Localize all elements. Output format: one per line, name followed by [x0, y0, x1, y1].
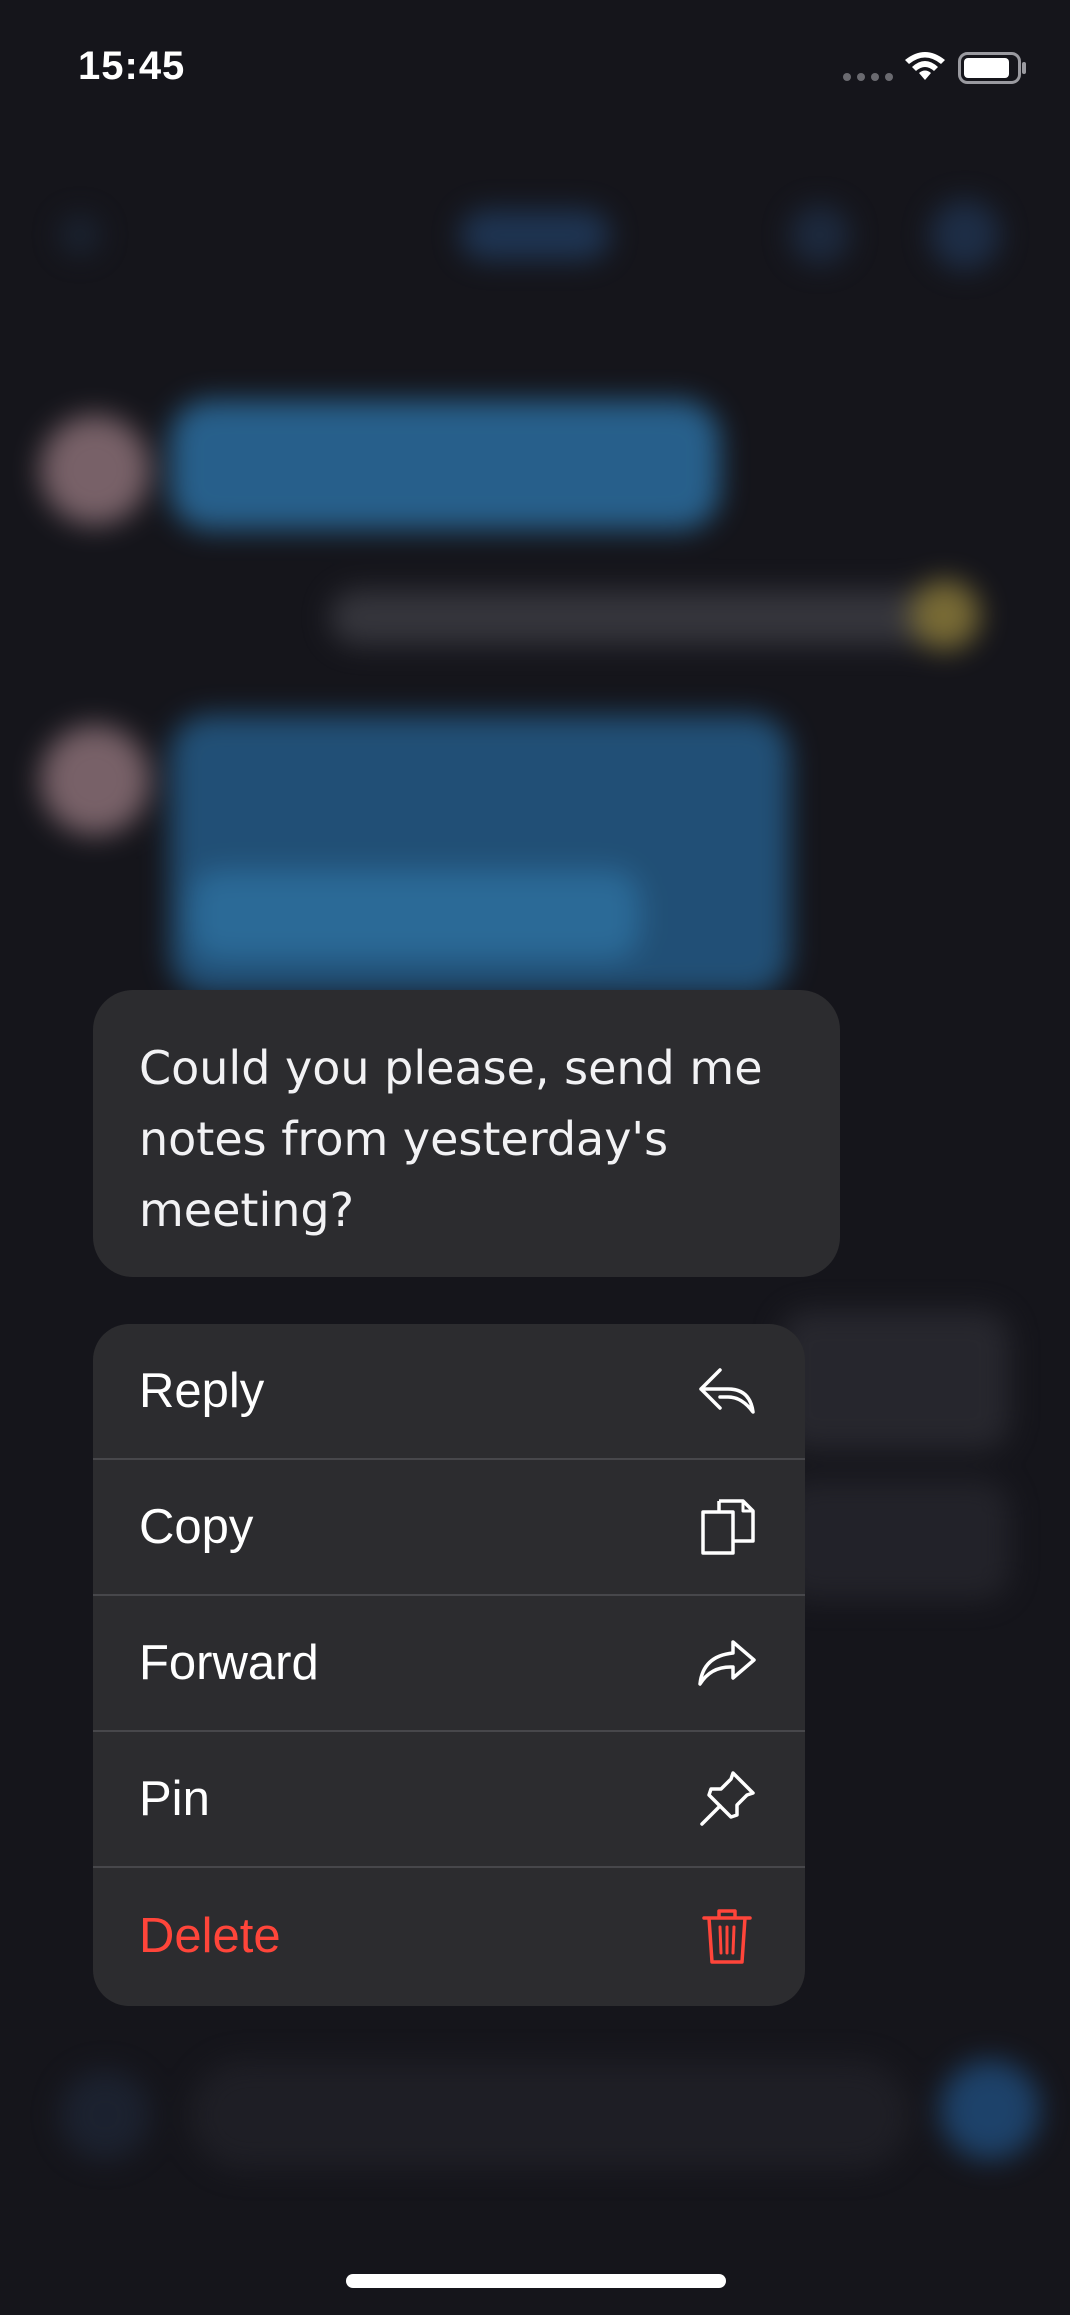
menu-item-label: Reply [139, 1364, 265, 1418]
blurred-emoji [910, 580, 980, 650]
reply-icon [695, 1359, 759, 1423]
blurred-avatar [930, 200, 1000, 270]
menu-item-delete[interactable]: Delete [93, 1868, 805, 2004]
blurred-call-button [790, 205, 850, 265]
wifi-icon [905, 52, 945, 80]
trash-icon [695, 1904, 759, 1968]
blurred-sender-avatar [40, 415, 150, 525]
chat-screen: 15:45 Could you please, send me notes fr… [0, 0, 1070, 2315]
pin-icon [695, 1767, 759, 1831]
home-indicator[interactable] [346, 2274, 726, 2288]
forward-icon [695, 1631, 759, 1695]
blurred-chat-title [460, 210, 610, 260]
blurred-back-button [60, 215, 100, 255]
menu-item-reply[interactable]: Reply [93, 1324, 805, 1460]
menu-item-forward[interactable]: Forward [93, 1596, 805, 1732]
menu-item-label: Pin [139, 1772, 210, 1826]
menu-item-pin[interactable]: Pin [93, 1732, 805, 1868]
cellular-signal-icon [843, 73, 893, 81]
blurred-message-bubble [780, 1480, 1010, 1600]
copy-icon [695, 1495, 759, 1559]
battery-icon [958, 52, 1026, 84]
message-text: Could you please, send me notes from yes… [139, 1041, 763, 1237]
message-preview-bubble: Could you please, send me notes from yes… [93, 990, 840, 1277]
blurred-sender-avatar [40, 725, 150, 835]
menu-item-label: Copy [139, 1500, 254, 1554]
blurred-message-input [190, 2060, 910, 2170]
menu-item-copy[interactable]: Copy [93, 1460, 805, 1596]
blurred-message-bubble [780, 1310, 1010, 1450]
status-bar: 15:45 [0, 0, 1070, 130]
message-context-menu: Reply Copy Forward Pin Delete [93, 1324, 805, 2006]
menu-item-label: Forward [139, 1636, 319, 1690]
blurred-send-button [940, 2060, 1040, 2160]
status-time: 15:45 [78, 44, 186, 88]
blurred-message-bubble [190, 870, 640, 960]
blurred-message-bubble [170, 400, 720, 530]
blurred-message-line [330, 590, 980, 645]
blurred-attach-button [60, 2070, 150, 2160]
menu-item-label: Delete [139, 1909, 281, 1963]
